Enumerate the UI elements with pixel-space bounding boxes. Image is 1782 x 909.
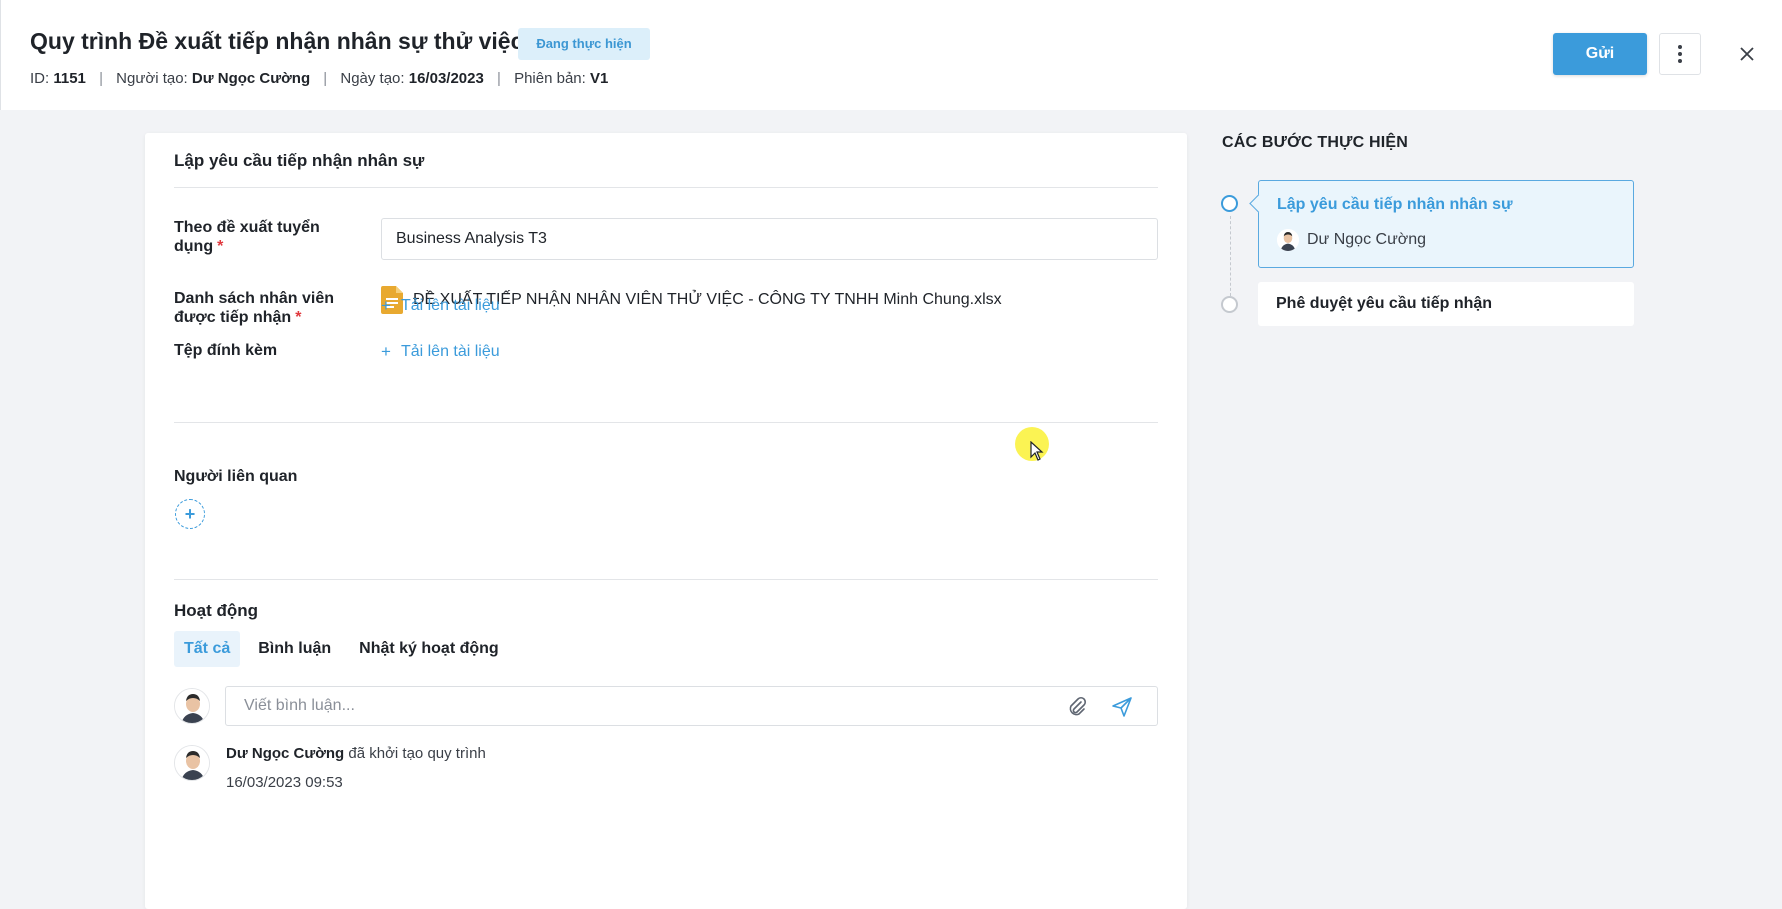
meta-separator: |: [497, 70, 501, 87]
mouse-cursor-icon: [1030, 441, 1044, 461]
step-1-indicator: [1221, 195, 1238, 212]
meta-version-label: Phiên bản:: [514, 70, 586, 87]
required-mark: *: [295, 309, 302, 326]
meta-creator-label: Người tạo:: [116, 70, 188, 87]
log-user-avatar: [174, 745, 210, 781]
log-action: đã khởi tạo quy trình: [348, 745, 486, 762]
divider: [174, 422, 1158, 423]
attachment-label: Tệp đính kèm: [174, 342, 278, 359]
divider: [174, 579, 1158, 580]
activity-title: Hoạt động: [174, 601, 259, 620]
attachment-upload-label: Tải lên tài liệu: [400, 343, 500, 360]
step-item-1[interactable]: Lập yêu cầu tiếp nhận nhân sự Dư Ngọc Cư…: [1258, 180, 1634, 268]
employee-file-name: ĐỀ XUẤT TIẾP NHẬN NHÂN VIÊN THỬ VIỆC - C…: [413, 291, 1002, 308]
assignee-avatar: [1277, 229, 1299, 251]
more-vertical-icon: [1678, 45, 1682, 63]
page-header: Quy trình Đề xuất tiếp nhận nhân sự thử …: [0, 0, 1782, 110]
log-actor: Dư Ngọc Cường: [226, 745, 345, 762]
step-connector: [1230, 216, 1231, 296]
tab-comments[interactable]: Bình luận: [248, 631, 341, 667]
upload-label: Tải lên tài liệu: [400, 297, 500, 314]
attachment-upload-link[interactable]: + Tải lên tài liệu: [381, 342, 500, 362]
close-icon: [1740, 47, 1754, 61]
step-1-label: Lập yêu cầu tiếp nhận nhân sự: [1277, 196, 1513, 213]
process-meta: ID: 1151 | Người tạo: Dư Ngọc Cường | Ng…: [30, 70, 608, 87]
activity-tabs: Tất cả Bình luận Nhật ký hoạt động: [174, 631, 517, 667]
close-button[interactable]: [1731, 38, 1763, 70]
meta-creator-value: Dư Ngọc Cường: [191, 70, 311, 87]
meta-separator: |: [323, 70, 328, 87]
tab-all[interactable]: Tất cả: [174, 631, 241, 667]
meta-date-value: 16/03/2023: [408, 70, 484, 87]
steps-title: CÁC BƯỚC THỰC HIỆN: [1222, 134, 1409, 151]
step-2-label: Phê duyệt yêu cầu tiếp nhận: [1276, 295, 1493, 312]
paperclip-icon[interactable]: [1066, 696, 1088, 718]
related-people-label: Người liên quan: [174, 468, 298, 485]
meta-id-value: 1151: [53, 70, 86, 87]
employee-upload-link[interactable]: + Tải lên tài liệu: [381, 296, 500, 316]
user-photo-icon: [175, 689, 209, 723]
recruitment-proposal-label-text: Theo đề xuất tuyển dụng: [174, 219, 320, 255]
recruitment-proposal-label: Theo đề xuất tuyển dụng *: [174, 218, 344, 256]
log-timestamp: 16/03/2023 09:53: [226, 774, 343, 791]
user-photo-icon: [175, 746, 209, 780]
plus-icon: +: [381, 296, 391, 315]
send-icon[interactable]: [1111, 696, 1133, 718]
tab-activity-log[interactable]: Nhật ký hoạt động: [349, 631, 509, 667]
more-options-button[interactable]: [1659, 33, 1701, 75]
section-title: Lập yêu cầu tiếp nhận nhân sự: [174, 151, 425, 170]
step-item-2[interactable]: Phê duyệt yêu cầu tiếp nhận: [1258, 282, 1634, 326]
meta-date-label: Ngày tạo:: [340, 70, 405, 87]
employee-list-label: Danh sách nhân viên được tiếp nhận *: [174, 289, 344, 327]
add-related-person-button[interactable]: +: [175, 499, 205, 529]
step-1-assignee: Dư Ngọc Cường: [1277, 229, 1426, 251]
divider: [174, 187, 1158, 188]
meta-id-label: ID:: [30, 70, 50, 87]
request-form-card: Lập yêu cầu tiếp nhận nhân sự Theo đề xu…: [145, 133, 1187, 909]
step-2-indicator: [1221, 296, 1238, 313]
comment-input[interactable]: [226, 687, 1046, 725]
user-photo-icon: [1277, 229, 1299, 251]
send-button[interactable]: Gửi: [1553, 33, 1647, 75]
meta-separator: |: [99, 70, 103, 87]
plus-icon: +: [381, 342, 391, 361]
meta-version-value: V1: [589, 70, 609, 87]
status-badge: Đang thực hiện: [518, 28, 650, 60]
comment-box: [225, 686, 1158, 726]
current-user-avatar: [174, 688, 210, 724]
assignee-name: Dư Ngọc Cường: [1307, 231, 1427, 248]
recruitment-proposal-input[interactable]: Business Analysis T3: [381, 218, 1158, 260]
page-title: Quy trình Đề xuất tiếp nhận nhân sự thử …: [30, 28, 524, 54]
employee-list-label-text: Danh sách nhân viên được tiếp nhận: [174, 290, 335, 326]
activity-log-entry: Dư Ngọc Cường đã khởi tạo quy trình: [226, 745, 486, 762]
required-mark: *: [217, 238, 224, 255]
